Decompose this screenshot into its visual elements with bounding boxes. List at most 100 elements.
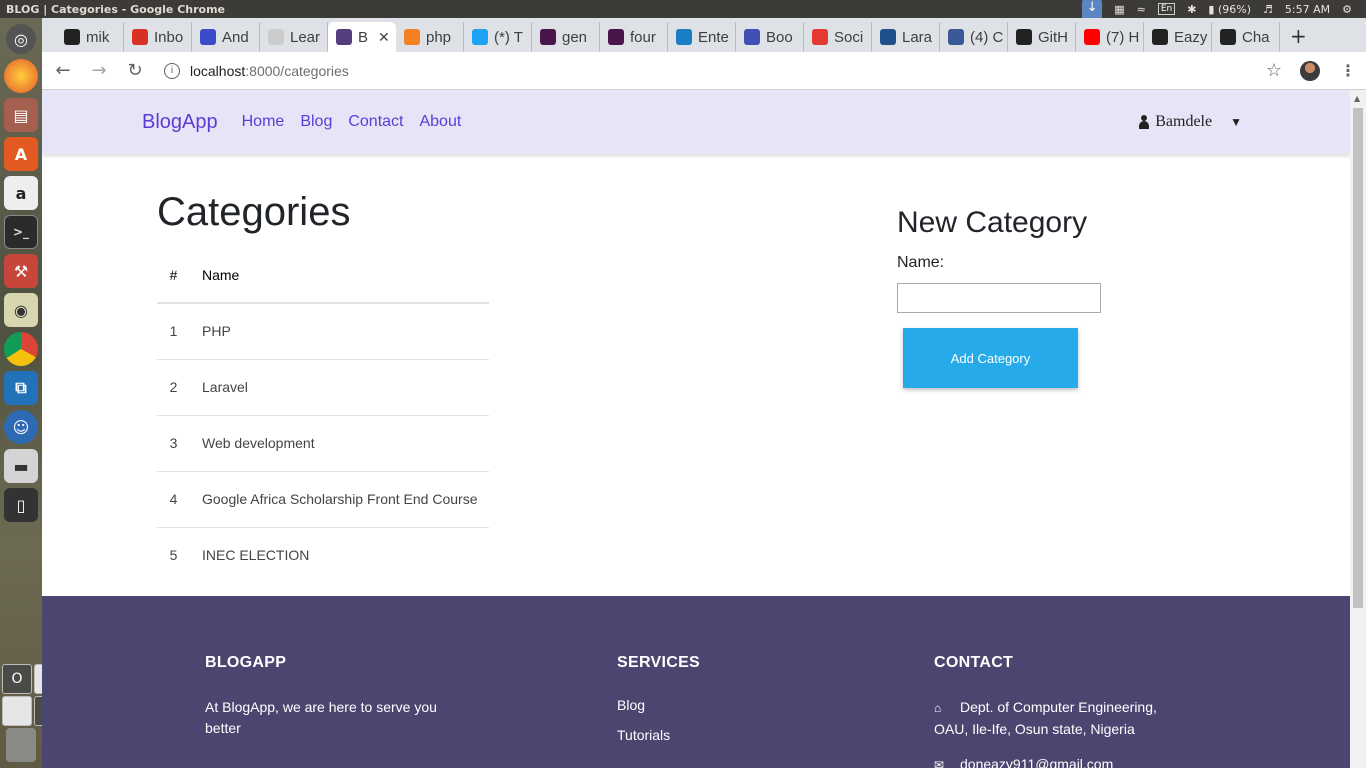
forward-arrow-icon[interactable]: → [84, 60, 114, 81]
browser-tab[interactable]: Lara [872, 22, 940, 52]
browser-tab[interactable]: mik [56, 22, 124, 52]
caret-down-icon: ▼ [1230, 114, 1242, 129]
browser-tab[interactable]: And [192, 22, 260, 52]
browser-window: mik Inbo And Lear B ✕ php (*) T gen four Ente Boo So… [42, 18, 1366, 768]
browser-tab[interactable]: four [600, 22, 668, 52]
terminal-icon[interactable]: >_ [4, 215, 38, 249]
scrollbar-thumb[interactable] [1353, 108, 1363, 608]
bluetooth-icon[interactable]: ✱ [1187, 3, 1196, 16]
url-path: :8000/categories [245, 62, 349, 79]
category-name-input[interactable] [897, 283, 1101, 313]
browser-tab[interactable]: gen [532, 22, 600, 52]
back-arrow-icon[interactable]: ← [48, 60, 78, 81]
site-navbar: BlogApp Home Blog Contact About Bamdele … [42, 90, 1350, 154]
nav-link-about[interactable]: About [419, 113, 461, 131]
browser-tab[interactable]: Soci [804, 22, 872, 52]
address-bar[interactable]: i localhost:8000/categories [164, 62, 1266, 79]
add-category-button[interactable]: Add Category [903, 328, 1078, 388]
table-row: 1 PHP [157, 303, 489, 360]
trash-icon[interactable] [6, 728, 36, 762]
browser-tab[interactable]: (*) T [464, 22, 532, 52]
reload-icon[interactable]: ↻ [120, 60, 150, 81]
site-info-icon[interactable]: i [164, 62, 180, 79]
nav-link-home[interactable]: Home [242, 113, 285, 131]
stackoverflow-icon [404, 29, 420, 45]
categories-table: # Name 1 PHP 2 Laravel 3 Web development [157, 247, 489, 583]
gmail-icon [132, 29, 148, 45]
nav-links: Home Blog Contact About [242, 113, 462, 131]
close-tab-icon[interactable]: ✕ [378, 29, 390, 46]
system-settings-icon[interactable]: ⚒ [4, 254, 38, 288]
row-category-name: INEC ELECTION [202, 547, 310, 564]
phone-icon[interactable]: ▯ [4, 488, 38, 522]
footer-services-heading: SERVICES [617, 654, 701, 671]
battery-indicator[interactable]: ▮ (96%) [1208, 3, 1251, 16]
footer-link-tutorials[interactable]: Tutorials [617, 727, 700, 743]
navbar-brand[interactable]: BlogApp [142, 111, 218, 134]
files-icon[interactable]: ▤ [4, 98, 38, 132]
footer-link-blog[interactable]: Blog [617, 697, 700, 713]
software-center-icon[interactable]: A [4, 137, 38, 171]
browser-tab-label: And [222, 28, 249, 46]
wordpress-icon [64, 29, 80, 45]
facebook-icon [948, 29, 964, 45]
menu-kebab-icon[interactable]: ⋮ [1340, 61, 1356, 80]
workspace-switcher-icon[interactable]: ▦ [1114, 3, 1124, 16]
workspace-1[interactable]: O [2, 664, 32, 694]
twitter-icon [472, 29, 488, 45]
browser-tab[interactable]: (7) H [1076, 22, 1144, 52]
profile-avatar[interactable] [1300, 60, 1320, 81]
keyboard-layout-indicator[interactable]: En [1157, 3, 1176, 15]
slack-icon [608, 29, 624, 45]
user-name: Bamdele [1155, 113, 1213, 130]
browser-tab[interactable]: GitH [1008, 22, 1076, 52]
new-tab-icon[interactable]: + [1280, 24, 1317, 52]
bookmark-star-icon[interactable]: ☆ [1266, 60, 1282, 81]
vscode-icon[interactable]: ⧉ [4, 371, 38, 405]
footer-email-text[interactable]: doneazy911@gmail.com [960, 756, 1113, 768]
wifi-icon[interactable]: ≈ [1137, 3, 1146, 16]
browser-tab[interactable]: Lear [260, 22, 328, 52]
nav-link-blog[interactable]: Blog [300, 113, 332, 131]
user-icon [1138, 115, 1150, 129]
power-gear-icon[interactable]: ⚙ [1342, 3, 1352, 16]
browser-tab-label: mik [86, 28, 110, 46]
disk-icon[interactable]: ◉ [4, 293, 38, 327]
browser-tab-label: Lara [902, 28, 933, 46]
workspace-3[interactable] [2, 696, 32, 726]
clock[interactable]: 5:57 AM [1285, 3, 1330, 16]
browser-tab[interactable]: B ✕ [328, 22, 396, 52]
row-category-name: Web development [202, 415, 489, 472]
footer-address-text: Dept. of Computer Engineering, OAU, Ile-… [934, 699, 1157, 737]
drive-icon[interactable]: ▬ [4, 449, 38, 483]
firefox-icon[interactable] [4, 59, 38, 93]
browser-tab[interactable]: Inbo [124, 22, 192, 52]
browser-tab-label: (7) H [1106, 28, 1140, 46]
amazon-icon[interactable]: a [4, 176, 38, 210]
browser-tab[interactable]: (4) C [940, 22, 1008, 52]
github-icon [1152, 29, 1168, 45]
battery-icon: ▮ [1208, 2, 1215, 16]
browser-tab-label: gen [562, 28, 588, 46]
browser-tab[interactable]: Eazy [1144, 22, 1212, 52]
browser-tab[interactable]: Cha [1212, 22, 1280, 52]
browser-tab[interactable]: Boo [736, 22, 804, 52]
browser-tab-label: (*) T [494, 28, 523, 46]
nav-link-contact[interactable]: Contact [348, 113, 403, 131]
browser-tab[interactable]: Ente [668, 22, 736, 52]
site-footer: BLOGAPP At BlogApp, we are here to serve… [42, 596, 1350, 768]
user-dropdown[interactable]: Bamdele ▼ [1138, 113, 1242, 131]
scroll-up-icon[interactable]: ▲ [1354, 94, 1360, 103]
row-category-name: Laravel [202, 359, 489, 416]
doc-icon [880, 29, 896, 45]
footer-contact-heading: CONTACT [934, 654, 1014, 671]
browser-tab-label: Inbo [154, 28, 184, 46]
browser-tab-label: Lear [290, 28, 321, 46]
volume-icon[interactable]: ♬ [1263, 3, 1273, 16]
accessibility-icon[interactable]: ☺ [4, 410, 38, 444]
ubuntu-dash-icon[interactable]: ◎ [6, 24, 36, 54]
slack-icon [540, 29, 556, 45]
chrome-icon[interactable] [4, 332, 38, 366]
page-scrollbar[interactable]: ▲ [1350, 90, 1366, 768]
browser-tab[interactable]: php [396, 22, 464, 52]
